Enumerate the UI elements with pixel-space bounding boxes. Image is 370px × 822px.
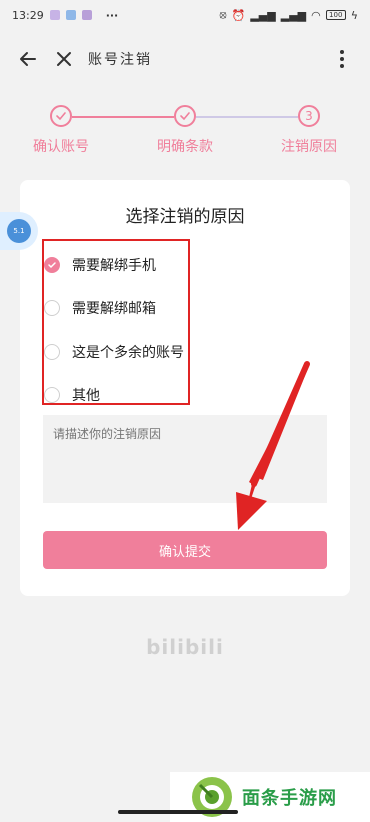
notification-shield-icon [65,10,76,20]
step-line-2 [196,116,298,118]
battery-icon: 100 [325,10,346,20]
home-indicator[interactable] [118,810,238,814]
status-more-dots: ··· [105,8,119,22]
charging-icon: ϟ [350,8,358,22]
step-2-label: 明确条款 [157,139,213,155]
notification-app2-icon [81,10,92,20]
card-title: 选择注销的原因 [125,207,245,227]
more-vertical-icon [340,50,344,68]
bubble-icon: 5.1 [7,219,31,243]
more-options-button[interactable] [324,41,360,77]
notification-app-icon [49,10,60,20]
watermark-text: 面条手游网 [242,788,337,809]
floating-bubble[interactable]: 5.1 [0,212,38,250]
status-bar: 13:29 ··· ⦻ ⏰ ▂▄▆ ▂▄▆ ◠ 100 ϟ [0,0,370,30]
step-1-label: 确认账号 [33,139,89,155]
reason-card: 选择注销的原因 需要解绑手机 需要解绑邮箱 这是个多余的账号 其他 确认提交 [20,180,350,596]
annotation-highlight-box [42,239,190,405]
back-arrow-icon [20,52,36,66]
submit-button[interactable]: 确认提交 [43,531,327,569]
step-1-circle [50,105,72,127]
status-time: 13:29 [12,8,44,22]
check-icon [56,112,66,121]
close-button[interactable] [46,41,82,77]
check-icon [180,112,190,121]
reason-input[interactable] [43,415,327,503]
mute-icon: ⦻ [219,8,227,21]
close-icon [57,52,71,66]
bilibili-logo: bilibili [146,635,224,659]
step-2-circle [174,105,196,127]
watermark: 面条手游网 [170,772,370,822]
wifi-icon: ◠ [311,8,321,22]
page-title: 账号注销 [88,52,152,68]
nav-bar: 账号注销 [0,30,370,88]
signal2-icon: ▂▄▆ [280,8,307,22]
step-line-1 [72,116,174,118]
step-3-label: 注销原因 [281,139,337,155]
step-3-circle: 3 [298,105,320,127]
signal-icon: ▂▄▆ [250,8,276,22]
alarm-icon: ⏰ [231,8,246,22]
back-button[interactable] [10,41,46,77]
